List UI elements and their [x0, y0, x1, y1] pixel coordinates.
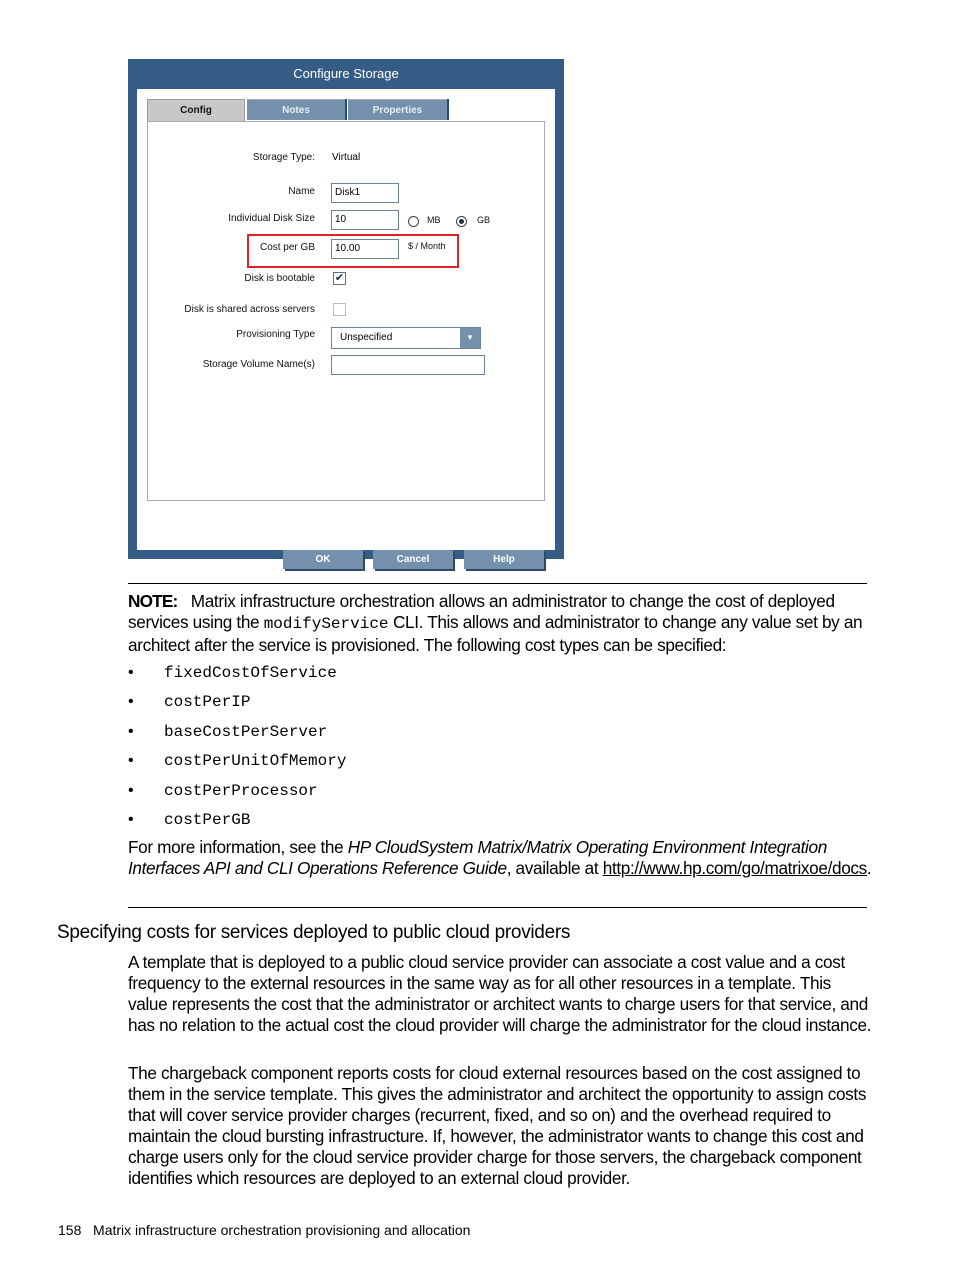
provisioning-type-select[interactable]: Unspecified ▼ [331, 327, 481, 349]
dialog-body: Config Notes Properties Storage Type: Vi… [137, 89, 555, 569]
cost-unit-label: $ / Month [408, 241, 446, 251]
storage-type-value: Virtual [332, 152, 361, 163]
bullet-icon: • [128, 664, 134, 681]
section-paragraph-2: The chargeback component reports costs f… [128, 1063, 867, 1188]
help-button[interactable]: Help [464, 550, 544, 569]
config-panel: Storage Type: Virtual Name Disk1 Individ… [147, 121, 545, 501]
check-icon: ✔ [334, 272, 345, 284]
cancel-button[interactable]: Cancel [373, 550, 453, 569]
bullet-icon: • [128, 752, 134, 769]
docs-link[interactable]: http://www.hp.com/go/matrixoe/docs [603, 858, 868, 878]
storage-type-label: Storage Type: [252, 152, 315, 163]
provisioning-type-label: Provisioning Type [236, 329, 315, 340]
more-info-prefix: For more information, see the [128, 837, 348, 857]
note-top-rule [128, 583, 867, 584]
provisioning-type-value: Unspecified [340, 332, 393, 343]
radio-mb-label: MB [427, 215, 441, 225]
disk-size-label: Individual Disk Size [228, 213, 315, 224]
shared-label: Disk is shared across servers [184, 304, 315, 315]
list-item: costPerGB [164, 811, 251, 829]
list-item: costPerIP [164, 693, 251, 711]
name-label: Name [288, 186, 315, 197]
list-item: costPerUnitOfMemory [164, 752, 347, 770]
radio-gb-label: GB [477, 215, 491, 225]
chapter-title: Matrix infrastructure orchestration prov… [93, 1222, 471, 1238]
more-info-mid: , available at [506, 858, 603, 878]
list-item: baseCostPerServer [164, 723, 328, 741]
note-bottom-rule [128, 907, 867, 908]
bullet-icon: • [128, 811, 134, 828]
shared-checkbox[interactable] [333, 303, 346, 316]
bootable-label: Disk is bootable [244, 273, 315, 284]
cost-per-gb-input[interactable]: 10.00 [331, 239, 399, 259]
configure-storage-dialog: Configure Storage Config Notes Propertie… [128, 59, 564, 569]
radio-mb[interactable] [408, 216, 419, 227]
dialog-title: Configure Storage [293, 66, 399, 81]
radio-gb[interactable] [456, 216, 467, 227]
page-footer: 158 Matrix infrastructure orchestration … [58, 1222, 470, 1238]
name-input[interactable]: Disk1 [331, 183, 399, 203]
page-number: 158 [58, 1222, 82, 1238]
storage-volume-label: Storage Volume Name(s) [202, 359, 315, 370]
ok-button[interactable]: OK [283, 550, 363, 569]
chevron-down-icon[interactable]: ▼ [460, 328, 480, 348]
section-heading: Specifying costs for services deployed t… [57, 922, 571, 943]
list-item: fixedCostOfService [164, 664, 337, 682]
more-info-suffix: . [866, 858, 872, 878]
note-code: modifyService [263, 615, 389, 633]
storage-volume-input[interactable] [331, 355, 485, 375]
note-paragraph: NOTE: Matrix infrastructure orchestratio… [128, 591, 873, 656]
tab-properties[interactable]: Properties [348, 99, 447, 120]
bootable-checkbox[interactable]: ✔ [333, 272, 346, 285]
more-info-paragraph: For more information, see the HP CloudSy… [128, 837, 873, 879]
cost-per-gb-label: Cost per GB [259, 242, 315, 253]
disk-size-input[interactable]: 10 [331, 210, 399, 230]
bullet-icon: • [128, 693, 134, 710]
list-item: costPerProcessor [164, 782, 318, 800]
bullet-icon: • [128, 723, 134, 740]
bullet-icon: • [128, 782, 134, 799]
note-label: NOTE: [128, 591, 178, 611]
section-paragraph-1: A template that is deployed to a public … [128, 952, 872, 1035]
tab-config[interactable]: Config [147, 99, 245, 122]
tab-notes[interactable]: Notes [247, 99, 345, 120]
